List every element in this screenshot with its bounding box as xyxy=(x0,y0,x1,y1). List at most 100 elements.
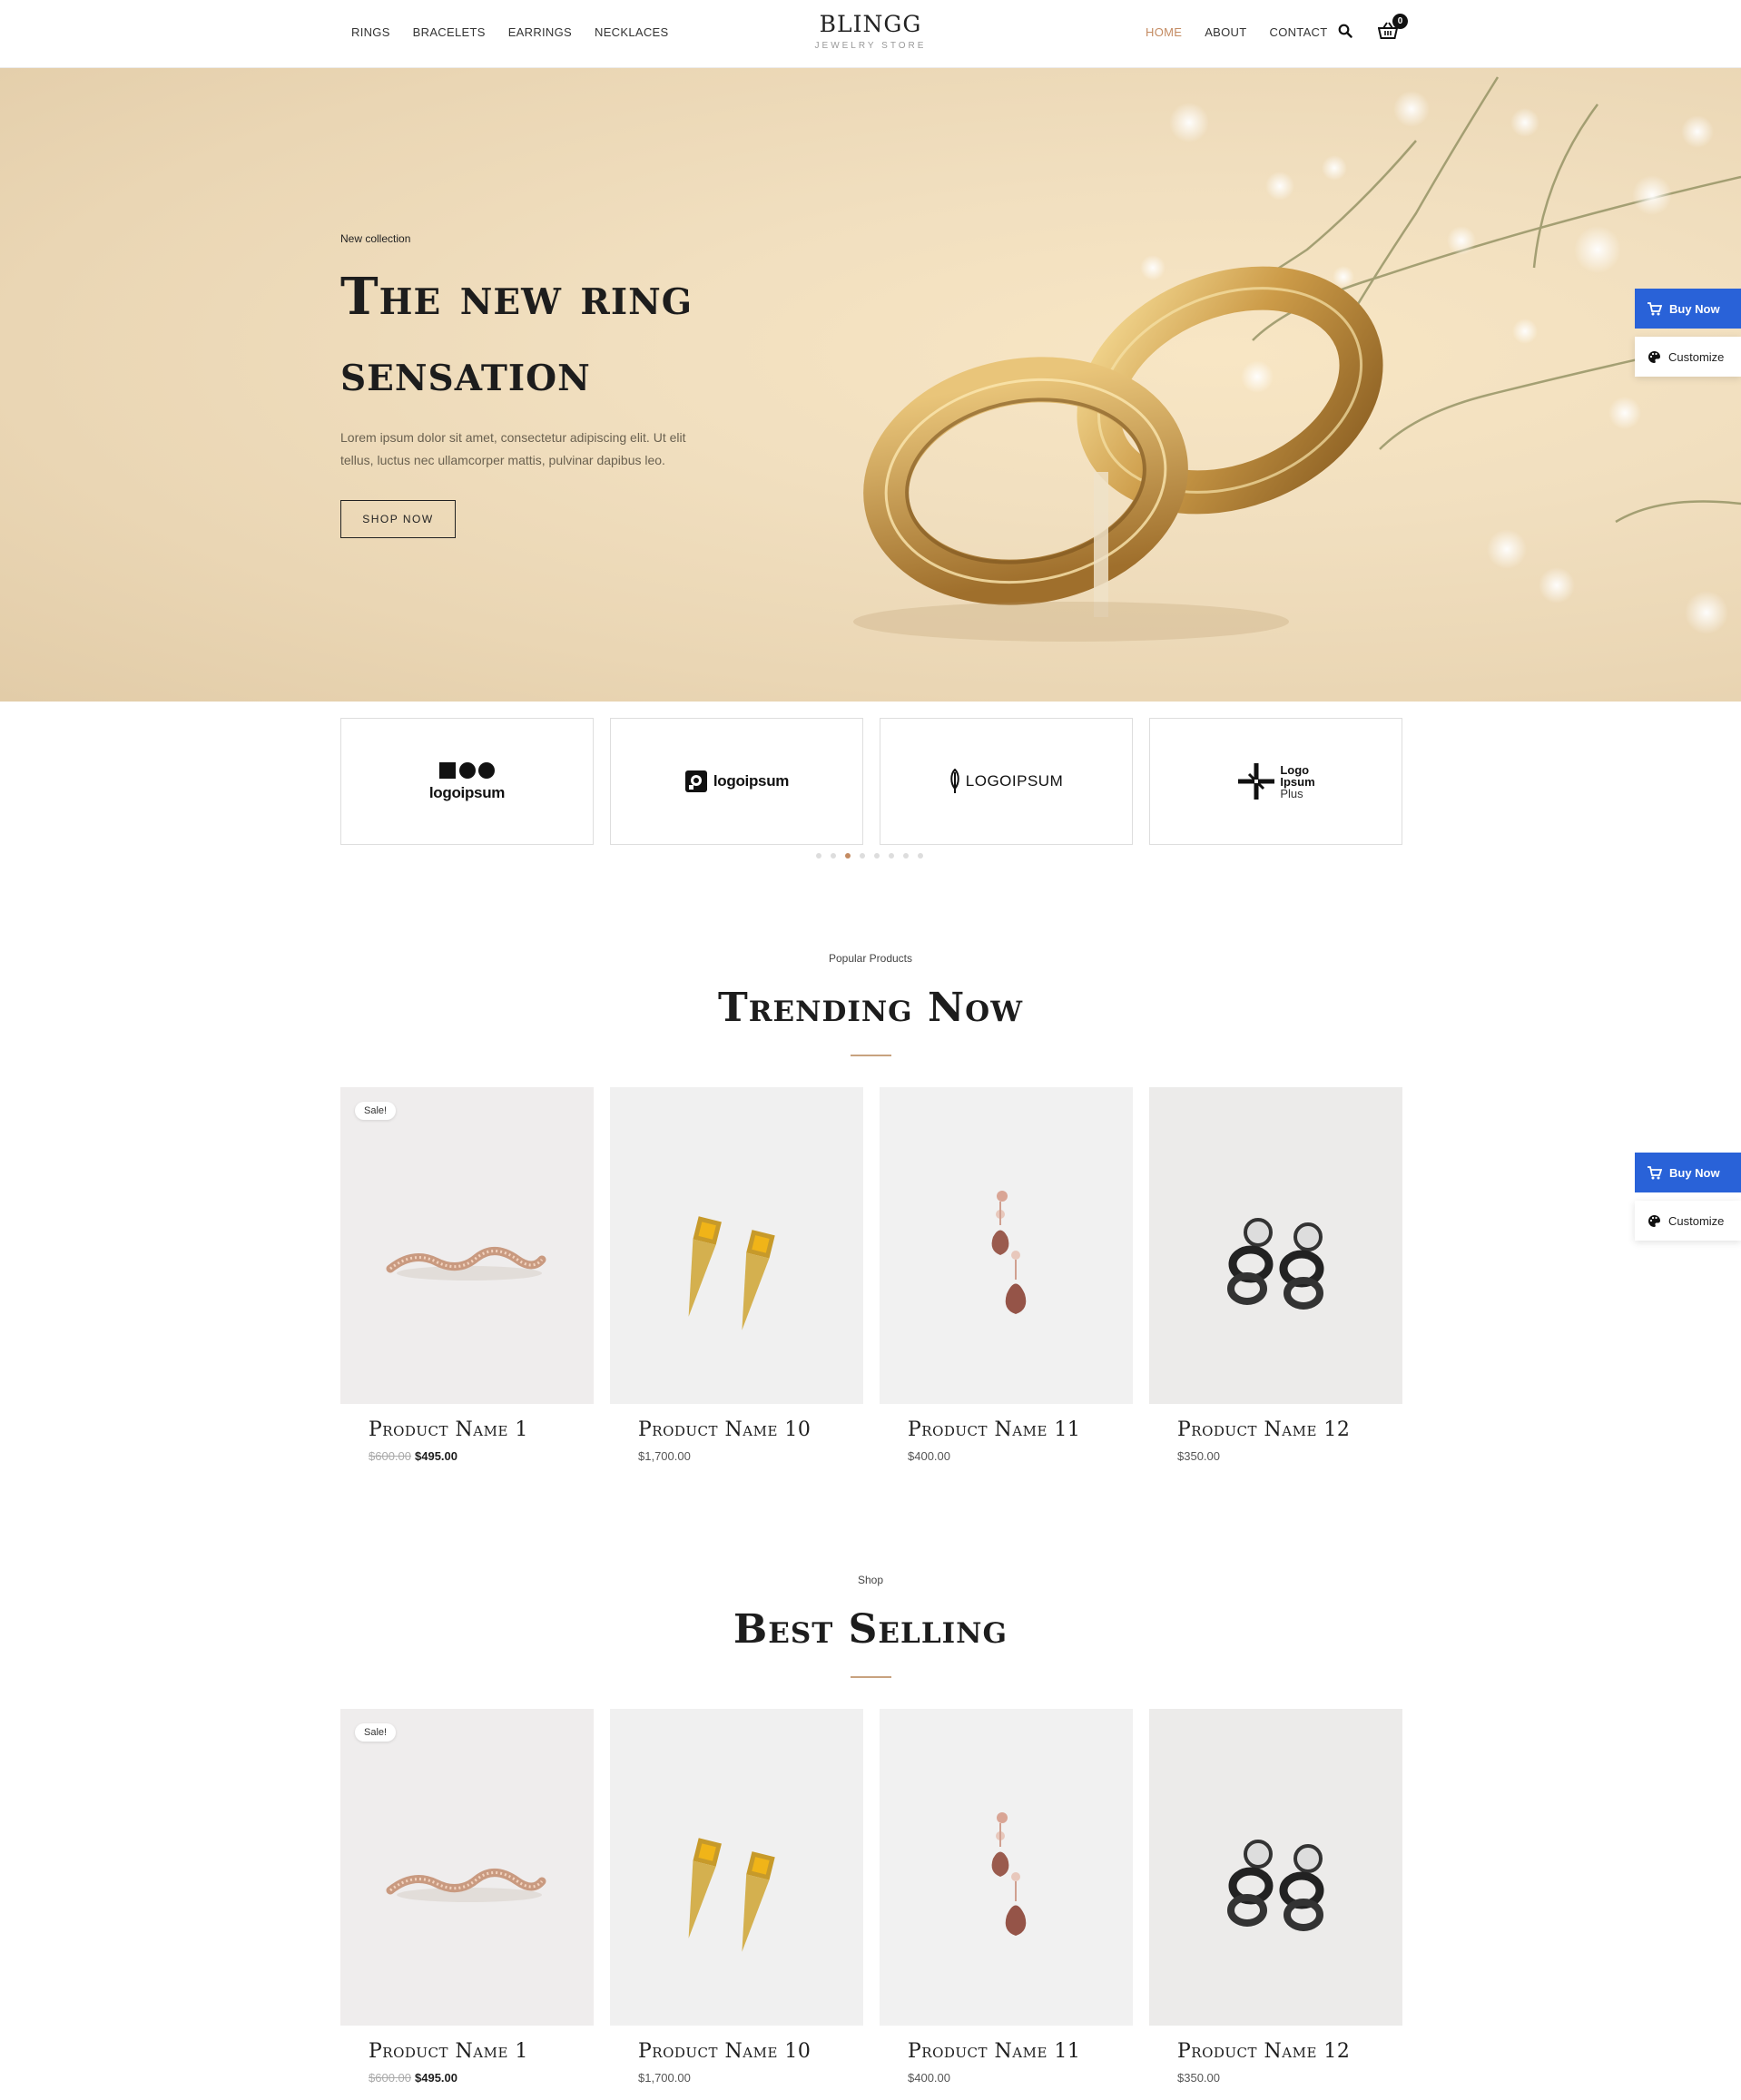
price: $1,700.00 xyxy=(638,2071,691,2085)
feather-logo-icon xyxy=(950,769,959,793)
trending-header: Popular Products Trending Now xyxy=(0,952,1741,1056)
carousel-dot[interactable] xyxy=(903,853,909,859)
price: $400.00 xyxy=(908,2071,950,2085)
logo-text-stack: Logo Ipsum Plus xyxy=(1280,764,1314,800)
product-image[interactable] xyxy=(610,1709,863,2026)
circles-logo-icon: logoipsum xyxy=(429,761,505,802)
product-card[interactable]: Product Name 11 $400.00 xyxy=(880,1709,1133,2085)
partner-logo-card[interactable]: logoipsum xyxy=(340,718,594,845)
hero-title: The new ring sensation xyxy=(340,267,693,403)
cart-icon xyxy=(1648,1165,1662,1179)
buy-now-label: Buy Now xyxy=(1669,301,1720,316)
product-card[interactable]: Product Name 12 $350.00 xyxy=(1149,1087,1402,1463)
floating-actions-top: Buy Now Customize xyxy=(1635,289,1741,377)
black-chain-earrings-image xyxy=(1227,1840,1324,1931)
logo-text-line3: Plus xyxy=(1280,786,1303,800)
product-name[interactable]: Product Name 1 xyxy=(340,1418,594,1441)
price: $350.00 xyxy=(1177,2071,1220,2085)
buy-now-button[interactable]: Buy Now xyxy=(1635,1153,1741,1192)
search-icon[interactable] xyxy=(1338,24,1352,38)
carousel-dot-active[interactable] xyxy=(845,853,851,859)
best-selling-header: Shop Best Selling xyxy=(0,1574,1741,1678)
price: $350.00 xyxy=(1177,1449,1220,1463)
black-chain-earrings-image xyxy=(1227,1218,1324,1310)
trending-title: Trending Now xyxy=(717,985,1024,1031)
sale-price: $495.00 xyxy=(415,2071,457,2085)
site-header: RINGS BRACELETS EARRINGS NECKLACES BLING… xyxy=(0,0,1741,68)
product-image[interactable] xyxy=(610,1087,863,1404)
logo-text: logoipsum xyxy=(428,783,506,801)
product-name[interactable]: Product Name 10 xyxy=(610,1418,863,1441)
hero-banner: New collection The new ring sensation Lo… xyxy=(0,68,1741,702)
best-title: Best Selling xyxy=(733,1606,1008,1653)
trending-product-grid: Sale! Product Name 1 $600.00 $495.00 Prod… xyxy=(340,1087,1402,1463)
gold-earrings-image xyxy=(688,1838,775,1952)
partner-logos-carousel: logoipsum logoipsum LOGOIPSUM Logo Ipsum… xyxy=(340,718,1402,845)
customize-label: Customize xyxy=(1668,349,1725,364)
nav-about[interactable]: ABOUT xyxy=(1205,25,1246,39)
product-image[interactable] xyxy=(1149,1709,1402,2026)
price: $1,700.00 xyxy=(638,1449,691,1463)
partner-logo-card[interactable]: Logo Ipsum Plus xyxy=(1149,718,1402,845)
product-image[interactable]: Sale! xyxy=(340,1087,594,1404)
wave-bangle-image xyxy=(386,1869,546,1902)
cart-icon xyxy=(1648,301,1662,315)
wave-bangle-image xyxy=(386,1247,546,1281)
product-card[interactable]: Product Name 10 $1,700.00 xyxy=(610,1709,863,2085)
carousel-dot[interactable] xyxy=(874,853,880,859)
carousel-dot[interactable] xyxy=(918,853,923,859)
square-q-logo-icon xyxy=(684,770,707,792)
partner-logo-card[interactable]: LOGOIPSUM xyxy=(880,718,1133,845)
product-image[interactable] xyxy=(1149,1087,1402,1404)
secondary-nav: HOME ABOUT CONTACT xyxy=(1146,25,1327,39)
best-selling-product-grid: Sale! Product Name 1 $600.00 $495.00 Prod… xyxy=(340,1709,1402,2085)
brand-logo[interactable]: BLINGG JEWELRY STORE xyxy=(0,11,1741,51)
logo-text: LOGOIPSUM xyxy=(965,772,1064,790)
plus-logo-icon xyxy=(1238,763,1275,800)
carousel-dot[interactable] xyxy=(831,853,836,859)
trending-eyebrow: Popular Products xyxy=(828,952,913,965)
product-price: $600.00 $495.00 xyxy=(340,2071,594,2085)
carousel-dot[interactable] xyxy=(816,853,821,859)
brand-subtitle: JEWELRY STORE xyxy=(814,41,927,51)
product-name[interactable]: Product Name 11 xyxy=(880,2040,1133,2063)
shop-now-button[interactable]: SHOP NOW xyxy=(340,500,456,538)
product-image[interactable]: Sale! xyxy=(340,1709,594,2026)
buy-now-label: Buy Now xyxy=(1669,1165,1720,1180)
buy-now-button[interactable]: Buy Now xyxy=(1635,289,1741,329)
hero-description: Lorem ipsum dolor sit amet, consectetur … xyxy=(340,430,686,467)
product-price: $400.00 xyxy=(880,1449,1133,1463)
brand-title: BLINGG xyxy=(819,11,922,37)
sale-badge: Sale! xyxy=(355,1102,397,1120)
sale-badge: Sale! xyxy=(355,1723,397,1742)
partner-logo-card[interactable]: logoipsum xyxy=(610,718,863,845)
original-price: $600.00 xyxy=(369,2071,411,2085)
palette-icon xyxy=(1648,350,1661,363)
carousel-dot[interactable] xyxy=(889,853,894,859)
product-card[interactable]: Product Name 12 $350.00 xyxy=(1149,1709,1402,2085)
product-image[interactable] xyxy=(880,1709,1133,2026)
palette-icon xyxy=(1648,1214,1661,1227)
product-card[interactable]: Sale! Product Name 1 $600.00 $495.00 xyxy=(340,1709,594,2085)
product-name[interactable]: Product Name 12 xyxy=(1149,2040,1402,2063)
price: $400.00 xyxy=(908,1449,950,1463)
customize-button[interactable]: Customize xyxy=(1635,1201,1741,1241)
product-image[interactable] xyxy=(880,1087,1133,1404)
customize-button[interactable]: Customize xyxy=(1635,337,1741,377)
product-name[interactable]: Product Name 12 xyxy=(1149,1418,1402,1441)
section-divider xyxy=(850,1055,891,1056)
product-price: $350.00 xyxy=(1149,2071,1402,2085)
product-name[interactable]: Product Name 1 xyxy=(340,2040,594,2063)
product-name[interactable]: Product Name 11 xyxy=(880,1418,1133,1441)
nav-contact[interactable]: CONTACT xyxy=(1270,25,1328,39)
hero-eyebrow: New collection xyxy=(340,232,411,245)
logo-text: logoipsum xyxy=(713,772,790,790)
carousel-dot[interactable] xyxy=(860,853,865,859)
product-price: $1,700.00 xyxy=(610,2071,863,2085)
product-card[interactable]: Product Name 10 $1,700.00 xyxy=(610,1087,863,1463)
product-card[interactable]: Product Name 11 $400.00 xyxy=(880,1087,1133,1463)
sale-price: $495.00 xyxy=(415,1449,457,1463)
product-name[interactable]: Product Name 10 xyxy=(610,2040,863,2063)
nav-home[interactable]: HOME xyxy=(1146,25,1182,39)
product-card[interactable]: Sale! Product Name 1 $600.00 $495.00 xyxy=(340,1087,594,1463)
